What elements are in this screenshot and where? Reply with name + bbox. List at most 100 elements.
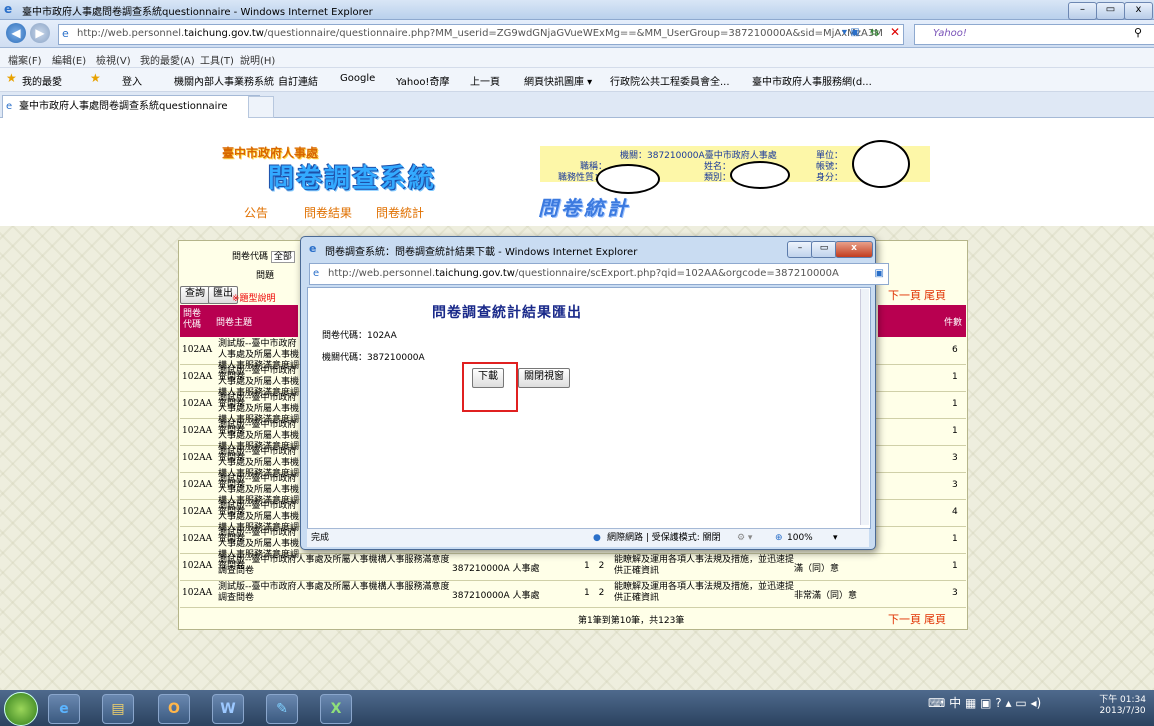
refresh-icon[interactable]: ⇆ bbox=[870, 26, 879, 39]
outlook-taskbar-icon[interactable]: O bbox=[158, 694, 190, 724]
row-answer: 非常滿（同）意 bbox=[794, 591, 858, 601]
fav-taichung[interactable]: 臺中市政府人事服務網(d... bbox=[752, 73, 872, 88]
question-filter-label: 問題 bbox=[256, 271, 275, 281]
close-button[interactable]: x bbox=[1124, 2, 1153, 20]
redaction-mark bbox=[730, 161, 790, 189]
row-org: 387210000A 人事處 bbox=[452, 564, 540, 574]
clock-date: 2013/7/30 bbox=[1099, 706, 1146, 716]
info-agency: 機關：387210000A臺中市政府人事處 bbox=[620, 151, 777, 161]
tab-icon: e bbox=[6, 101, 13, 112]
menu-help[interactable]: 說明(H) bbox=[240, 52, 275, 67]
menu-tools[interactable]: 工具(T) bbox=[200, 52, 234, 67]
dialog-close-button[interactable]: x bbox=[835, 241, 873, 258]
last-page-link-top[interactable]: 尾頁 bbox=[924, 287, 946, 303]
fav-login[interactable]: 登入 bbox=[122, 73, 142, 88]
address-row: ◀ ▶ e http://web.personnel.taichung.gov.… bbox=[0, 20, 1154, 48]
query-button[interactable]: 查詢 bbox=[180, 286, 210, 304]
address-rest: /questionnaire/questionnaire.php?MM_user… bbox=[263, 28, 883, 39]
dialog-address-bar[interactable]: e http://web.personnel.taichung.gov.tw/q… bbox=[309, 263, 889, 285]
menu-file[interactable]: 檔案(F) bbox=[8, 52, 42, 67]
dialog-status-bar: 完成 ● 網際網路 | 受保護模式: 關閉 ⚙ ▾ ⊕ 100% ▾ bbox=[307, 528, 869, 547]
dialog-scrollbar[interactable] bbox=[860, 289, 869, 525]
globe-icon: ● bbox=[593, 533, 601, 543]
info-identity: 身分： bbox=[816, 173, 844, 183]
paint-taskbar-icon[interactable]: ✎ bbox=[266, 694, 298, 724]
start-button[interactable] bbox=[4, 692, 38, 726]
ime-icon[interactable]: ⌨ bbox=[928, 696, 945, 710]
next-page-link-top[interactable]: 下一頁 bbox=[888, 287, 921, 303]
forward-button[interactable]: ▶ bbox=[30, 23, 50, 43]
address-domain: taichung.gov.tw bbox=[184, 28, 264, 39]
last-page-link[interactable]: 尾頁 bbox=[924, 611, 946, 627]
row-code: 102AA bbox=[182, 345, 213, 355]
row-count: 1 bbox=[952, 534, 958, 544]
dialog-address-prefix: http://web.personnel. bbox=[328, 268, 436, 279]
question-type-legend[interactable]: ※題型說明 bbox=[232, 291, 276, 304]
stop-icon[interactable]: ✕ bbox=[890, 25, 900, 39]
address-prefix: http://web.personnel. bbox=[77, 28, 185, 39]
tab-strip: e 臺中市政府人事處問卷調查系統questionnaire bbox=[0, 92, 1154, 118]
info-category: 類別： bbox=[704, 173, 732, 183]
nav-announcement[interactable]: 公告 bbox=[244, 204, 268, 221]
new-tab-button[interactable] bbox=[248, 96, 274, 118]
nav-results[interactable]: 問卷結果 bbox=[304, 204, 352, 221]
compat-view-icon[interactable]: ▾ ▣ bbox=[842, 27, 860, 38]
window-title: 臺中市政府人事處問卷調查系統questionnaire - Windows In… bbox=[22, 7, 373, 18]
code-filter-select[interactable]: 全部 bbox=[270, 251, 295, 263]
next-page-link[interactable]: 下一頁 bbox=[888, 611, 921, 627]
tab-questionnaire[interactable]: e 臺中市政府人事處問卷調查系統questionnaire bbox=[2, 95, 260, 118]
fav-custom[interactable]: 自訂連結 bbox=[278, 73, 318, 88]
maximize-button[interactable]: ▭ bbox=[1096, 2, 1125, 20]
dialog-page-icon: e bbox=[313, 268, 320, 279]
header-count: 件數 bbox=[944, 318, 963, 328]
menu-edit[interactable]: 編輯(E) bbox=[52, 52, 86, 67]
code-filter-label: 問卷代碼 bbox=[232, 252, 269, 262]
dialog-code-line: 問卷代碼：102AA bbox=[322, 331, 397, 341]
row-code: 102AA bbox=[182, 372, 213, 382]
fav-internal[interactable]: 機關內部人事業務系統 bbox=[174, 73, 274, 88]
zoom-icon[interactable]: ⊕ bbox=[775, 529, 783, 547]
highlight-box bbox=[462, 362, 518, 412]
row-code: 102AA bbox=[182, 480, 213, 490]
minimize-button[interactable]: – bbox=[1068, 2, 1097, 20]
fav-prev[interactable]: 上一頁 bbox=[470, 73, 500, 88]
ime-language[interactable]: 中 bbox=[949, 696, 961, 710]
dialog-maximize-button[interactable]: ▭ bbox=[811, 241, 837, 258]
dialog-compat-icon[interactable]: ▣ bbox=[875, 264, 884, 283]
add-favorite-icon[interactable]: ★ bbox=[90, 71, 101, 85]
menu-favorites[interactable]: 我的最愛(A) bbox=[140, 52, 195, 67]
back-button[interactable]: ◀ bbox=[6, 23, 26, 43]
search-input[interactable]: Yahoo! bbox=[914, 24, 1154, 45]
star-icon: ★ bbox=[6, 71, 17, 85]
explorer-taskbar-icon[interactable]: ▤ bbox=[102, 694, 134, 724]
tray-icons[interactable]: ▦ ▣ ? ▴ ▭ ◂) bbox=[965, 696, 1041, 710]
search-icon[interactable]: ⚲ bbox=[1134, 26, 1142, 39]
status-done: 完成 bbox=[311, 533, 330, 543]
fav-pcc[interactable]: 行政院公共工程委員會全... bbox=[610, 73, 730, 88]
address-bar[interactable]: e http://web.personnel.taichung.gov.tw/q… bbox=[58, 24, 904, 45]
excel-taskbar-icon[interactable]: X bbox=[320, 694, 352, 724]
clock[interactable]: 下午 01:34 2013/7/30 bbox=[1099, 695, 1146, 717]
fav-yahoo[interactable]: Yahoo!奇摩 bbox=[396, 73, 449, 88]
security-icon[interactable]: ⚙ ▾ bbox=[737, 529, 752, 547]
zoom-level[interactable]: 100% bbox=[787, 529, 813, 547]
site-logo: 問卷調查系統 bbox=[268, 164, 437, 194]
menu-bar: 檔案(F) 編輯(E) 檢視(V) 我的最愛(A) 工具(T) 說明(H) bbox=[0, 48, 1154, 68]
nav-statistics[interactable]: 問卷統計 bbox=[376, 204, 424, 221]
fav-webslice[interactable]: 網頁快訊圖庫 ▾ bbox=[524, 73, 592, 88]
redaction-mark bbox=[596, 164, 660, 194]
close-window-button[interactable]: 關閉視窗 bbox=[518, 368, 570, 388]
row-answer: 滿（同）意 bbox=[794, 564, 840, 574]
ie-title-bar[interactable]: e 臺中市政府人事處問卷調查系統questionnaire - Windows … bbox=[0, 0, 1154, 20]
zoom-dropdown-icon[interactable]: ▾ bbox=[833, 529, 838, 547]
ie-taskbar-icon[interactable]: e bbox=[48, 694, 80, 724]
row-count: 3 bbox=[952, 588, 958, 598]
word-taskbar-icon[interactable]: W bbox=[212, 694, 244, 724]
dialog-minimize-button[interactable]: – bbox=[787, 241, 813, 258]
row-code: 102AA bbox=[182, 561, 213, 571]
fav-google[interactable]: Google bbox=[340, 73, 375, 84]
dialog-org-line: 機關代碼：387210000A bbox=[322, 353, 425, 363]
favorites-button[interactable]: 我的最愛 bbox=[22, 73, 62, 88]
row-option: 能瞭解及運用各項人事法規及措施，並迅速提供正確資訊 bbox=[614, 582, 795, 603]
menu-view[interactable]: 檢視(V) bbox=[96, 52, 131, 67]
